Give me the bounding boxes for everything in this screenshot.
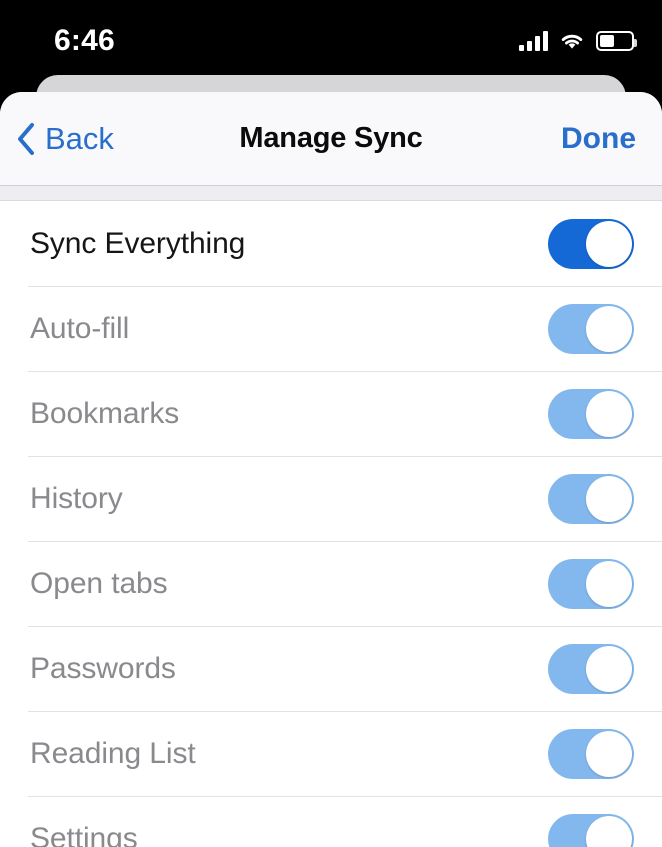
toggle-knob (586, 390, 632, 437)
toggle-reading-list[interactable] (548, 728, 634, 779)
toggle-bookmarks[interactable] (548, 388, 634, 439)
row-label: Passwords (30, 651, 176, 685)
row-sync-everything[interactable]: Sync Everything (0, 201, 662, 286)
toggle-knob (586, 560, 632, 607)
row-auto-fill[interactable]: Auto-fill (0, 286, 662, 371)
row-passwords[interactable]: Passwords (0, 626, 662, 711)
toggle-passwords[interactable] (548, 643, 634, 694)
toggle-auto-fill[interactable] (548, 303, 634, 354)
navigation-bar: Back Manage Sync Done (0, 92, 662, 186)
section-spacer (0, 186, 662, 201)
row-label: Open tabs (30, 566, 168, 600)
row-label: History (30, 481, 123, 515)
row-label: Reading List (30, 736, 196, 770)
row-bookmarks[interactable]: Bookmarks (0, 371, 662, 456)
toggle-knob (586, 305, 632, 352)
row-settings[interactable]: Settings (0, 796, 662, 847)
sync-options-list: Sync Everything Auto-fill Bookmarks Hist… (0, 201, 662, 847)
cellular-bars-icon (519, 31, 548, 51)
status-bar: 6:46 (0, 0, 662, 75)
toggle-knob (586, 220, 632, 267)
toggle-knob (586, 645, 632, 692)
battery-icon (596, 31, 637, 51)
row-reading-list[interactable]: Reading List (0, 711, 662, 796)
wifi-icon (559, 31, 585, 51)
row-label: Bookmarks (30, 396, 180, 430)
row-label: Sync Everything (30, 226, 246, 260)
status-indicators (519, 28, 637, 54)
phone-screen: 6:46 Back Manage Sync Done Sync Everythi… (0, 0, 662, 847)
toggle-knob (586, 815, 632, 847)
status-time: 6:46 (54, 24, 115, 57)
toggle-knob (586, 730, 632, 777)
row-history[interactable]: History (0, 456, 662, 541)
toggle-sync-everything[interactable] (548, 218, 634, 269)
done-button[interactable]: Done (561, 92, 636, 185)
row-open-tabs[interactable]: Open tabs (0, 541, 662, 626)
toggle-knob (586, 475, 632, 522)
row-label: Auto-fill (30, 311, 130, 345)
row-label: Settings (30, 821, 138, 847)
toggle-history[interactable] (548, 473, 634, 524)
toggle-open-tabs[interactable] (548, 558, 634, 609)
modal-sheet: Back Manage Sync Done Sync Everything Au… (0, 92, 662, 847)
toggle-settings[interactable] (548, 813, 634, 847)
